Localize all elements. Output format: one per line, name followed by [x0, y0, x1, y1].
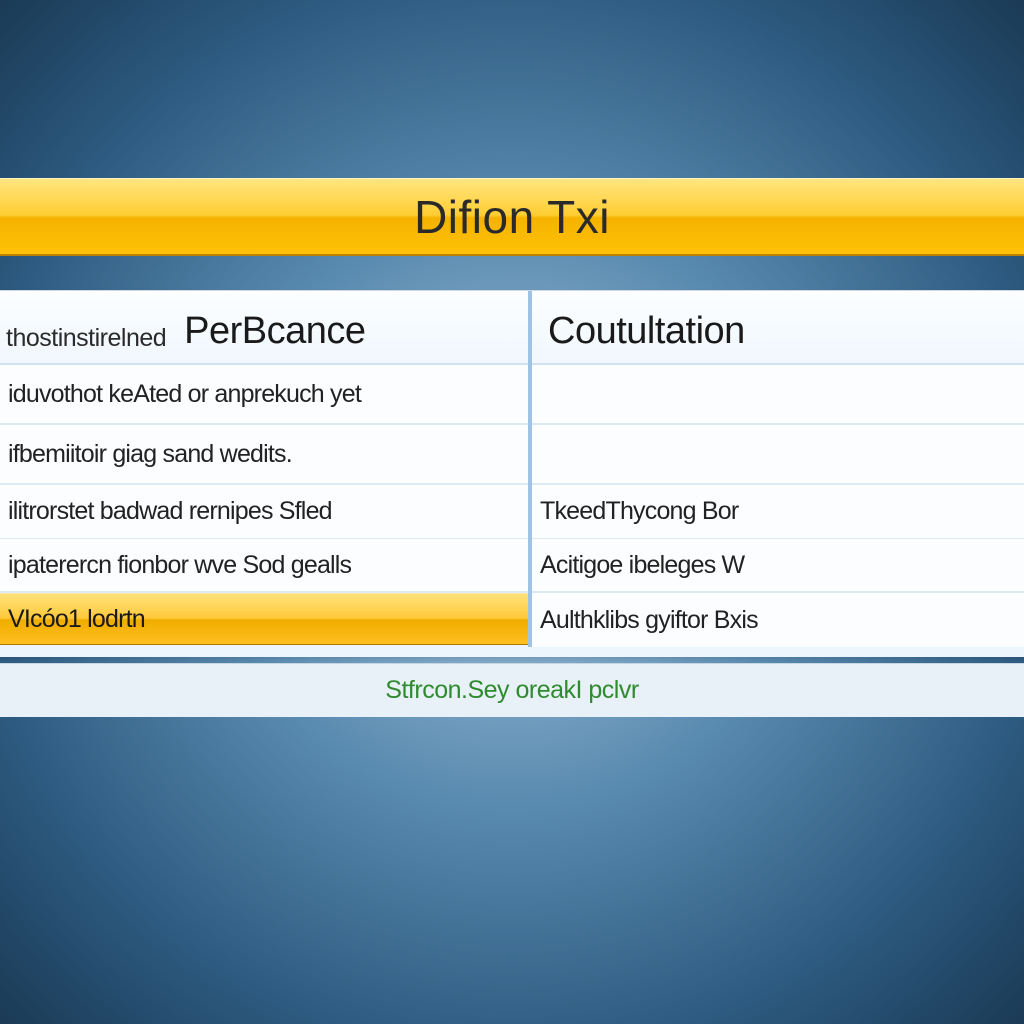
list-item[interactable]: TkeedThycong Bor [532, 485, 1024, 539]
list-item[interactable]: ifbemiitoir giag sand wedits. [0, 425, 528, 485]
list-item-selected[interactable]: VIcóo1 lodrtn [0, 593, 528, 645]
right-column: Coutultation TkeedThycong Bor Acitigoe i… [532, 291, 1024, 647]
status-bar: Stfrcon.Sey oreakI pclvr [0, 663, 1024, 717]
list-item[interactable]: iduvothot keAted or anprekuch yet [0, 365, 528, 425]
list-item[interactable]: Acitigoe ibeleges W [532, 539, 1024, 593]
list-item[interactable]: ilitrorstet badwad rernipes Sfled [0, 485, 528, 539]
list-item[interactable]: ipaterercn fionbor wve Sod gealls [0, 539, 528, 593]
window-title: Difion Txi [414, 190, 610, 244]
right-header-text: Coutultation [538, 310, 745, 353]
main-panel: thostinstirelned PerBcance iduvothot keA… [0, 290, 1024, 657]
list-item[interactable] [532, 365, 1024, 425]
left-header-large: PerBcance [184, 310, 365, 353]
left-header[interactable]: thostinstirelned PerBcance [0, 291, 528, 365]
status-text: Stfrcon.Sey oreakI pclvr [385, 676, 638, 705]
title-bar: Difion Txi [0, 178, 1024, 256]
list-item[interactable] [532, 425, 1024, 485]
list-item[interactable]: Aulthklibs gyiftor Bxis [532, 593, 1024, 647]
right-header[interactable]: Coutultation [532, 291, 1024, 365]
left-column: thostinstirelned PerBcance iduvothot keA… [0, 291, 532, 647]
left-header-small: thostinstirelned [6, 324, 166, 353]
